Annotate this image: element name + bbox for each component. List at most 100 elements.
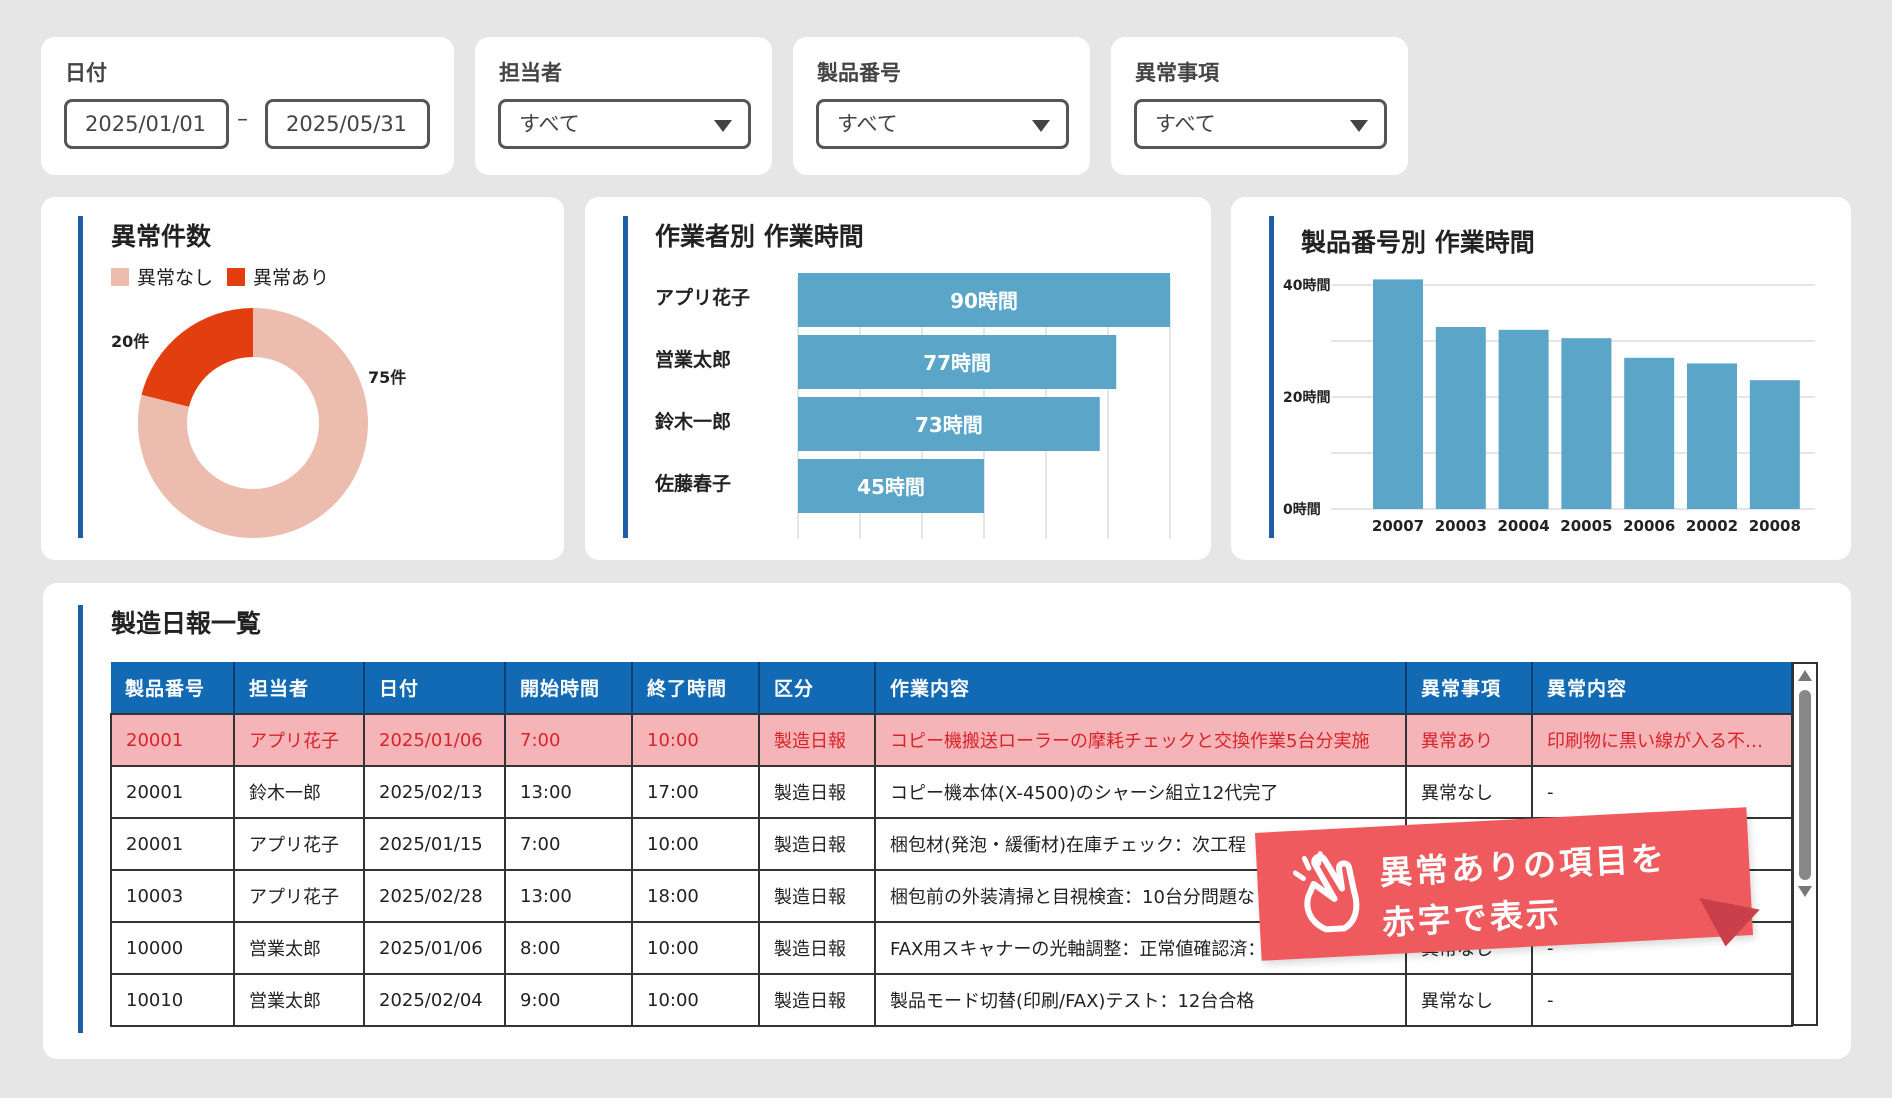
table-row[interactable]: 10010 営業太郎 2025/02/04 9:00 10:00 製造日報 製品モード切替(… bbox=[110, 973, 1793, 1027]
worker-bar-label: 90時間 bbox=[950, 289, 1018, 313]
x-tick-label: 20008 bbox=[1749, 517, 1801, 535]
table-cell: 2025/01/15 bbox=[363, 817, 506, 871]
worker-hours-chart: 90時間 アプリ花子 77時間 営業太郎 73時間 鈴木一郎 45時間 佐藤春子 bbox=[654, 273, 1171, 539]
col-header[interactable]: 終了時間 bbox=[632, 662, 760, 714]
table-cell: 鈴木一郎 bbox=[233, 765, 365, 819]
filter-staff-card: 担当者 すべて bbox=[475, 37, 772, 175]
table-cell: 2025/02/13 bbox=[363, 765, 506, 819]
product-bar bbox=[1624, 357, 1675, 509]
anomaly-select[interactable]: すべて bbox=[1134, 99, 1387, 149]
product-hours-card: 製品番号別 作業時間 40時間 20時間 0時間 20007 20003 20004 200… bbox=[1231, 197, 1851, 560]
worker-name: 鈴木一郎 bbox=[655, 410, 731, 433]
table-cell: 20001 bbox=[110, 765, 235, 819]
scroll-down-icon[interactable] bbox=[1798, 886, 1812, 897]
table-cell: - bbox=[1531, 765, 1793, 819]
product-bar bbox=[1561, 338, 1612, 509]
table-cell: 製造日報 bbox=[758, 921, 876, 975]
filter-date-card: 日付 2025/01/01 – 2025/05/31 bbox=[41, 37, 454, 175]
filter-anomaly-card: 異常事項 すべて bbox=[1111, 37, 1408, 175]
filter-anomaly-label: 異常事項 bbox=[1135, 61, 1219, 85]
table-row[interactable]: 20001 鈴木一郎 2025/02/13 13:00 17:00 製造日報 コピー機本体(… bbox=[110, 765, 1793, 819]
col-header[interactable]: 製品番号 bbox=[111, 662, 235, 714]
scroll-thumb[interactable] bbox=[1799, 690, 1811, 880]
product-bar bbox=[1435, 327, 1486, 509]
chevron-down-icon bbox=[714, 120, 732, 132]
x-tick-label: 20006 bbox=[1623, 517, 1675, 535]
worker-name: アプリ花子 bbox=[655, 286, 750, 309]
table-cell: 製造日報 bbox=[758, 869, 876, 923]
table-cell: 製造日報 bbox=[758, 713, 876, 767]
table-cell: 8:00 bbox=[504, 921, 633, 975]
product-select-value: すべて bbox=[837, 112, 898, 136]
product-select[interactable]: すべて bbox=[816, 99, 1069, 149]
table-cell: アプリ花子 bbox=[233, 713, 365, 767]
table-cell: 営業太郎 bbox=[233, 973, 365, 1027]
table-cell: 異常なし bbox=[1405, 765, 1533, 819]
table-cell: 異常あり bbox=[1405, 713, 1533, 767]
table-cell: 10:00 bbox=[631, 921, 760, 975]
table-cell: 製品モード切替(印刷/FAX)テスト：12台合格 bbox=[874, 973, 1407, 1027]
worker-bar-label: 45時間 bbox=[857, 475, 925, 499]
table-cell: 製造日報 bbox=[758, 817, 876, 871]
filter-staff-label: 担当者 bbox=[499, 61, 562, 85]
donut-chart: 75件 20件 bbox=[111, 308, 406, 538]
table-cell: 10010 bbox=[110, 973, 235, 1027]
col-header[interactable]: 作業内容 bbox=[875, 662, 1407, 714]
table-cell: コピー機搬送ローラーの摩耗チェックと交換作業5台分実施 bbox=[874, 713, 1407, 767]
donut-slice bbox=[141, 308, 253, 407]
table-cell: コピー機本体(X-4500)のシャーシ組立12代完了 bbox=[874, 765, 1407, 819]
staff-select-value: すべて bbox=[519, 112, 580, 136]
table-cell: 9:00 bbox=[504, 973, 633, 1027]
y-tick-label: 40時間 bbox=[1283, 277, 1330, 294]
product-bar bbox=[1373, 279, 1423, 509]
col-header[interactable]: 開始時間 bbox=[505, 662, 633, 714]
table-cell: 10000 bbox=[110, 921, 235, 975]
table-cell: 20001 bbox=[110, 713, 235, 767]
col-header[interactable]: 異常内容 bbox=[1532, 662, 1793, 714]
callout-text: 異常ありの項目を 赤字で表示 bbox=[1378, 833, 1671, 948]
col-header[interactable]: 区分 bbox=[759, 662, 876, 714]
chevron-down-icon bbox=[1350, 120, 1368, 132]
table-cell: 13:00 bbox=[504, 869, 633, 923]
daily-report-title: 製造日報一覧 bbox=[111, 609, 262, 638]
product-bar bbox=[1687, 363, 1737, 509]
table-scrollbar[interactable] bbox=[1792, 662, 1818, 1026]
table-row[interactable]: 20001 アプリ花子 2025/01/06 7:00 10:00 製造日報 コピー機搬送ロ… bbox=[110, 713, 1793, 767]
title-accent bbox=[78, 605, 83, 1033]
filter-product-card: 製品番号 すべて bbox=[793, 37, 1090, 175]
table-cell: 印刷物に黒い線が入る不具… bbox=[1531, 713, 1793, 767]
col-header[interactable]: 日付 bbox=[364, 662, 506, 714]
table-cell: 2025/02/04 bbox=[363, 973, 506, 1027]
x-tick-label: 20004 bbox=[1498, 517, 1550, 535]
table-cell: - bbox=[1531, 973, 1793, 1027]
table-cell: 異常なし bbox=[1405, 973, 1533, 1027]
table-cell: 20001 bbox=[110, 817, 235, 871]
table-cell: 7:00 bbox=[504, 713, 633, 767]
pointing-hand-icon bbox=[1292, 851, 1360, 933]
filter-product-label: 製品番号 bbox=[817, 61, 901, 85]
table-cell: 7:00 bbox=[504, 817, 633, 871]
worker-hours-card: 作業者別 作業時間 90時間 アプリ花子 77時間 営業太郎 73時間 鈴木一郎 45時間佐… bbox=[585, 197, 1211, 560]
scroll-up-icon[interactable] bbox=[1798, 670, 1812, 681]
table-cell: 13:00 bbox=[504, 765, 633, 819]
table-cell: 18:00 bbox=[631, 869, 760, 923]
table-cell: アプリ花子 bbox=[233, 817, 365, 871]
table-cell: 2025/01/06 bbox=[363, 713, 506, 767]
table-cell: 10003 bbox=[110, 869, 235, 923]
table-cell: アプリ花子 bbox=[233, 869, 365, 923]
y-tick-label: 0時間 bbox=[1283, 501, 1321, 518]
table-cell: 製造日報 bbox=[758, 765, 876, 819]
col-header[interactable]: 異常事項 bbox=[1406, 662, 1533, 714]
date-to-input[interactable]: 2025/05/31 bbox=[265, 99, 430, 149]
staff-select[interactable]: すべて bbox=[498, 99, 751, 149]
table-cell: 10:00 bbox=[631, 713, 760, 767]
table-cell: 10:00 bbox=[631, 973, 760, 1027]
product-bar bbox=[1498, 329, 1549, 509]
table-cell: 10:00 bbox=[631, 817, 760, 871]
chevron-down-icon bbox=[1032, 120, 1050, 132]
col-header[interactable]: 担当者 bbox=[234, 662, 365, 714]
date-from-input[interactable]: 2025/01/01 bbox=[64, 99, 229, 149]
callout-note: 異常ありの項目を 赤字で表示 bbox=[1254, 807, 1753, 961]
donut-label-anomaly: 20件 bbox=[111, 332, 149, 351]
table-cell: 2025/01/06 bbox=[363, 921, 506, 975]
